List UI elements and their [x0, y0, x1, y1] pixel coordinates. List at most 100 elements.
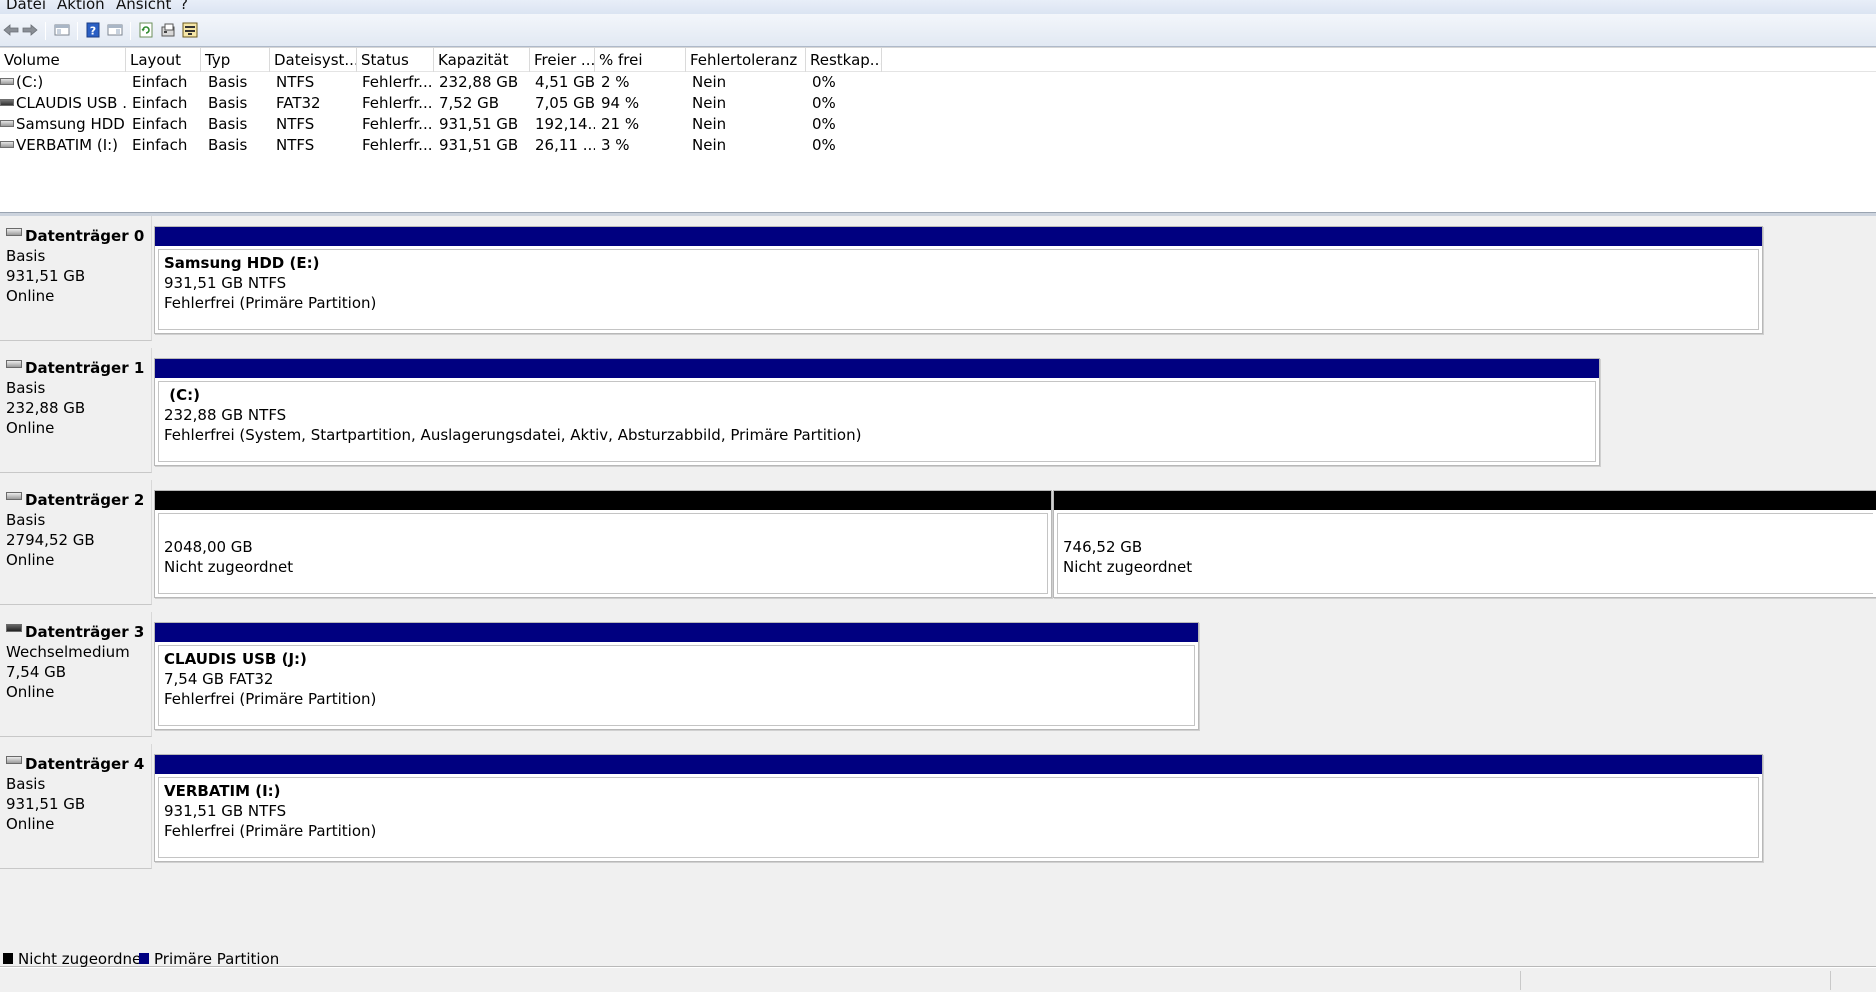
partition-block[interactable]: 746,52 GB Nicht zugeordnet [1053, 490, 1876, 598]
disk-info-panel[interactable]: Datenträger 4 Basis 931,51 GB Online [0, 744, 152, 869]
disk-name: Datenträger 0 [6, 226, 151, 246]
partition-block[interactable]: Samsung HDD (E:) 931,51 GB NTFS Fehlerfr… [154, 226, 1763, 334]
disk-size: 931,51 GB [6, 267, 86, 285]
column-header-prozent-frei[interactable]: % frei [595, 48, 686, 72]
table-row[interactable]: (C:) Einfach Basis NTFS Fehlerfr... 232,… [0, 72, 900, 93]
typ-cell: Basis [208, 73, 248, 91]
partition-block[interactable]: VERBATIM (I:) 931,51 GB NTFS Fehlerfrei … [154, 754, 1763, 862]
table-row[interactable]: VERBATIM (I:) Einfach Basis NTFS Fehlerf… [0, 135, 900, 156]
percent-free-cell: 2 % [601, 73, 630, 91]
unallocated-swatch [3, 953, 13, 964]
partition-status: Fehlerfrei (Primäre Partition) [164, 690, 377, 708]
percent-free-cell: 94 % [601, 94, 640, 112]
menu-datei[interactable]: Datei [6, 0, 46, 13]
column-header-kapazitaet[interactable]: Kapazität [434, 48, 530, 72]
partition-status: Nicht zugeordnet [164, 558, 294, 576]
legend-unallocated: Nicht zugeordnet [18, 950, 148, 968]
console-tree-icon[interactable] [53, 21, 71, 39]
column-header-layout[interactable]: Layout [126, 48, 201, 72]
partition-title: Samsung HDD (E:) [164, 254, 320, 272]
disk-icon [6, 228, 22, 236]
fault-tolerance-cell: Nein [692, 94, 727, 112]
partition-type-bar [155, 359, 1599, 378]
partition-size: 2048,00 GB [164, 538, 253, 556]
table-row[interactable]: Samsung HDD... Einfach Basis NTFS Fehler… [0, 114, 900, 135]
disk-name: Datenträger 1 [6, 358, 151, 378]
toolbar-separator [130, 22, 131, 40]
overhead-cell: 0% [812, 73, 836, 91]
partition-details: (C:) 232,88 GB NTFS Fehlerfrei (System, … [158, 381, 1596, 462]
layout-cell: Einfach [132, 115, 188, 133]
table-row[interactable]: CLAUDIS USB ... Einfach Basis FAT32 Fehl… [0, 93, 900, 114]
partition-status: Nicht zugeordnet [1063, 558, 1193, 576]
status-bar-divider [1520, 971, 1521, 990]
fault-tolerance-cell: Nein [692, 136, 727, 154]
column-header-status[interactable]: Status [357, 48, 434, 72]
refresh-icon[interactable] [137, 21, 155, 39]
capacity-cell: 7,52 GB [439, 94, 500, 112]
volume-cell: (C:) [0, 72, 126, 93]
capacity-cell: 931,51 GB [439, 136, 519, 154]
filesystem-cell: NTFS [276, 136, 315, 154]
disk-name-label: Datenträger 4 [25, 755, 145, 773]
disk-info-panel[interactable]: Datenträger 2 Basis 2794,52 GB Online [0, 480, 152, 605]
column-header-fehlertoleranz[interactable]: Fehlertoleranz [686, 48, 806, 72]
partition-size: 746,52 GB [1063, 538, 1143, 556]
partition-details: VERBATIM (I:) 931,51 GB NTFS Fehlerfrei … [158, 777, 1759, 858]
disk-row: Datenträger 1 Basis 232,88 GB Online (C:… [0, 348, 1876, 475]
svg-text:?: ? [90, 25, 96, 38]
partition-type-bar [155, 491, 1051, 510]
disk-type: Basis [6, 247, 46, 265]
percent-free-cell: 3 % [601, 136, 630, 154]
overhead-cell: 0% [812, 94, 836, 112]
status-cell: Fehlerfr... [362, 94, 432, 112]
disk-name: Datenträger 4 [6, 754, 151, 774]
fault-tolerance-cell: Nein [692, 115, 727, 133]
help-icon[interactable]: ? [84, 21, 102, 39]
column-header-freier-speicher[interactable]: Freier ... [530, 48, 595, 72]
disk-info-panel[interactable]: Datenträger 0 Basis 931,51 GB Online [0, 216, 152, 341]
partition-status: Fehlerfrei (Primäre Partition) [164, 294, 377, 312]
status-cell: Fehlerfr... [362, 136, 432, 154]
disk-name-label: Datenträger 3 [25, 623, 145, 641]
menu-help[interactable]: ? [180, 0, 188, 13]
typ-cell: Basis [208, 115, 248, 133]
capacity-cell: 931,51 GB [439, 115, 519, 133]
menu-bar: Datei Aktion Ansicht ? [0, 0, 1876, 14]
partition-size-fs: 931,51 GB NTFS [164, 274, 287, 292]
free-space-cell: 7,05 GB [535, 94, 595, 112]
forward-arrow-icon[interactable] [21, 21, 39, 39]
menu-aktion[interactable]: Aktion [57, 0, 105, 13]
partition-block[interactable]: CLAUDIS USB (J:) 7,54 GB FAT32 Fehlerfre… [154, 622, 1199, 730]
menu-ansicht[interactable]: Ansicht [116, 0, 171, 13]
disk-type: Basis [6, 511, 46, 529]
column-header-dateisystem[interactable]: Dateisyst... [270, 48, 357, 72]
partition-status: Fehlerfrei (Primäre Partition) [164, 822, 377, 840]
disk-row: Datenträger 4 Basis 931,51 GB Online VER… [0, 744, 1876, 871]
export-icon[interactable] [159, 21, 177, 39]
volume-list: Volume Layout Typ Dateisyst... Status Ka… [0, 47, 1876, 214]
disk-name-label: Datenträger 1 [25, 359, 145, 377]
drive-icon [0, 141, 14, 148]
disk-info-panel[interactable]: Datenträger 3 Wechselmedium 7,54 GB Onli… [0, 612, 152, 737]
back-arrow-icon[interactable] [2, 21, 20, 39]
primary-partition-swatch [139, 953, 149, 964]
disk-type: Basis [6, 379, 46, 397]
properties-view-icon[interactable] [106, 21, 124, 39]
column-header-typ[interactable]: Typ [201, 48, 270, 72]
disk-size: 931,51 GB [6, 795, 86, 813]
column-header-restkapazitaet[interactable]: Restkap... [806, 48, 882, 72]
status-cell: Fehlerfr... [362, 73, 432, 91]
settings-icon[interactable] [181, 21, 199, 39]
legend-primary: Primäre Partition [154, 950, 280, 968]
partition-size-fs: 232,88 GB NTFS [164, 406, 287, 424]
column-header-volume[interactable]: Volume [0, 48, 126, 72]
disk-info-panel[interactable]: Datenträger 1 Basis 232,88 GB Online [0, 348, 152, 473]
partition-title: CLAUDIS USB (J:) [164, 650, 307, 668]
partition-details: 746,52 GB Nicht zugeordnet [1057, 513, 1873, 594]
disk-name: Datenträger 2 [6, 490, 151, 510]
removable-disk-icon [6, 624, 22, 632]
partition-block[interactable]: 2048,00 GB Nicht zugeordnet [154, 490, 1052, 598]
volume-list-header: Volume Layout Typ Dateisyst... Status Ka… [0, 47, 1876, 72]
partition-block[interactable]: (C:) 232,88 GB NTFS Fehlerfrei (System, … [154, 358, 1600, 466]
